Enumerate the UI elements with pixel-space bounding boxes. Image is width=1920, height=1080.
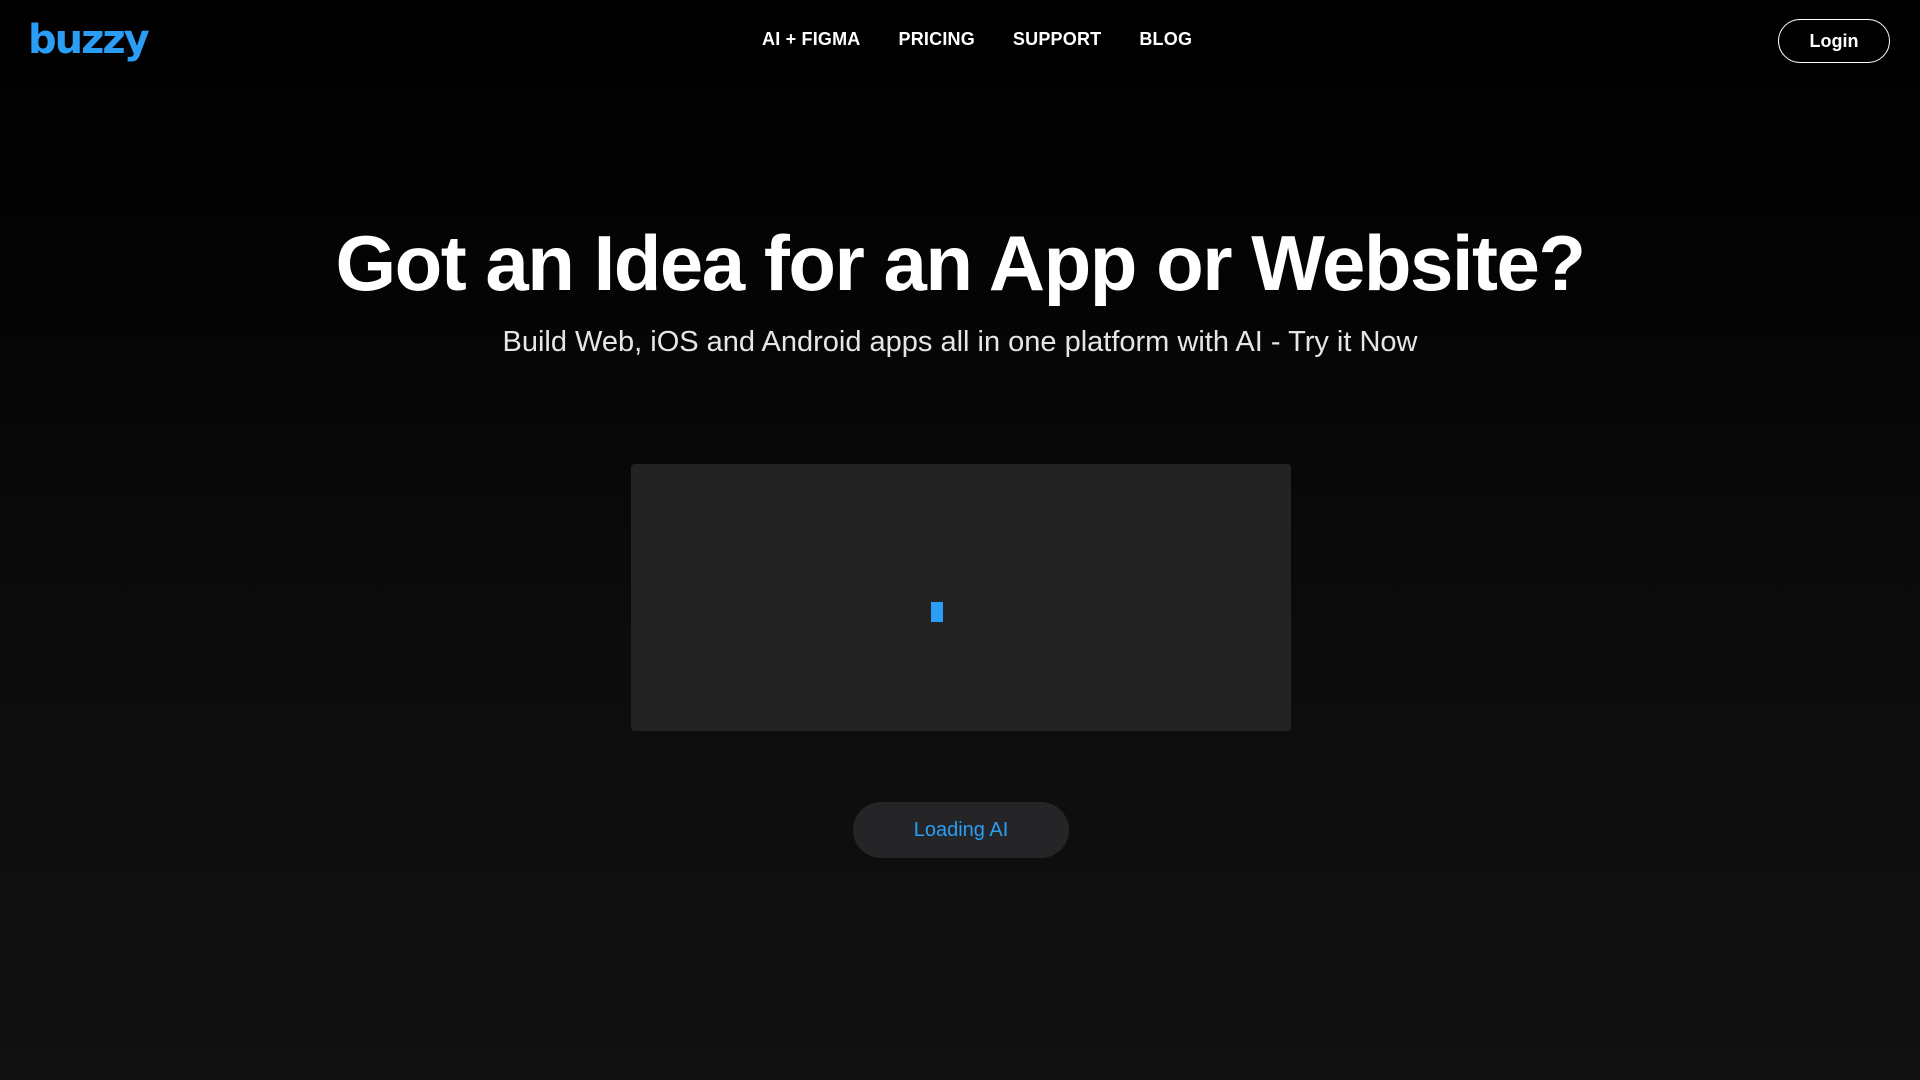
nav-link-pricing[interactable]: PRICING [899,29,975,50]
text-cursor-caret-icon [931,602,943,622]
nav-link-support[interactable]: SUPPORT [1013,29,1101,50]
logo-text: buzzy [28,17,150,63]
nav-link-ai-figma[interactable]: AI + FIGMA [762,29,861,50]
hero-title: Got an Idea for an App or Website? [335,219,1586,307]
ai-prompt-panel[interactable] [631,464,1291,731]
hero-subtitle: Build Web, iOS and Android apps all in o… [502,326,1418,358]
buzzy-logo[interactable]: buzzy [28,16,150,64]
site-header: buzzy AI + FIGMA PRICING SUPPORT BLOG Lo… [0,0,1920,84]
nav-link-blog[interactable]: BLOG [1139,29,1192,50]
main-nav: AI + FIGMA PRICING SUPPORT BLOG [762,29,1192,50]
login-button[interactable]: Login [1778,19,1890,63]
loading-ai-label: Loading AI [913,818,1009,841]
loading-ai-status: Loading AI [853,802,1069,858]
